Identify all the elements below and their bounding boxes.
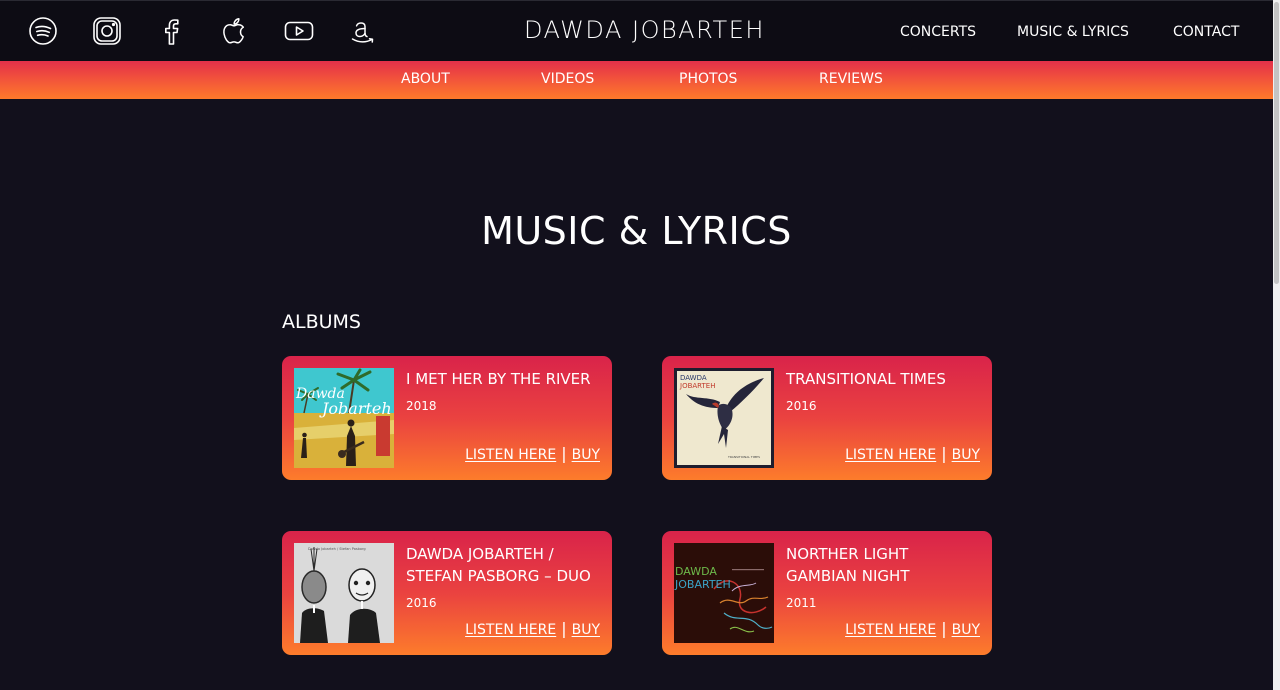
album-card: DAWDA JOBARTEH TRANSITIONAL TIMES TRANSI… bbox=[662, 356, 992, 480]
nav-contact[interactable]: CONTACT bbox=[1173, 23, 1239, 41]
buy-link[interactable]: BUY bbox=[952, 622, 980, 638]
album-year: 2016 bbox=[406, 596, 437, 610]
apple-music-icon[interactable] bbox=[220, 16, 250, 46]
album-year: 2016 bbox=[786, 399, 817, 413]
subnav-videos[interactable]: VIDEOS bbox=[541, 70, 594, 88]
facebook-icon[interactable] bbox=[156, 16, 186, 46]
album-card: Dawda Jobarteh / Stefan Pasborg DAWDA JO… bbox=[282, 531, 612, 655]
album-links: LISTEN HERE | BUY bbox=[465, 620, 600, 639]
instagram-icon[interactable] bbox=[92, 16, 122, 46]
album-cover[interactable]: DAWDA JOBARTEH bbox=[674, 543, 774, 643]
svg-text:DAWDA: DAWDA bbox=[680, 374, 707, 382]
album-cover[interactable]: Dawda Jobarteh bbox=[294, 368, 394, 468]
subnav-about[interactable]: ABOUT bbox=[401, 70, 450, 88]
buy-link[interactable]: BUY bbox=[572, 447, 600, 463]
site-logo[interactable]: DAWDA JOBARTEH bbox=[524, 13, 763, 47]
album-links: LISTEN HERE | BUY bbox=[465, 445, 600, 464]
link-separator: | bbox=[561, 619, 567, 638]
link-separator: | bbox=[941, 619, 947, 638]
album-cover[interactable]: DAWDA JOBARTEH TRANSITIONAL TIMES bbox=[674, 368, 774, 468]
listen-here-link[interactable]: LISTEN HERE bbox=[465, 622, 556, 638]
scrollbar-thumb[interactable] bbox=[1274, 2, 1279, 284]
top-bar: DAWDA JOBARTEH CONCERTS MUSIC & LYRICS C… bbox=[0, 0, 1273, 61]
svg-text:DAWDA: DAWDA bbox=[675, 565, 717, 578]
spotify-icon[interactable] bbox=[28, 16, 58, 46]
listen-here-link[interactable]: LISTEN HERE bbox=[845, 622, 936, 638]
svg-text:Jobarteh: Jobarteh bbox=[319, 399, 392, 418]
album-title: DAWDA JOBARTEH / STEFAN PASBORG – DUO bbox=[406, 545, 591, 585]
album-card: DAWDA JOBARTEH NORTHER LIGHT GAMBIAN NIG… bbox=[662, 531, 992, 655]
link-separator: | bbox=[561, 444, 567, 463]
svg-text:JOBARTEH: JOBARTEH bbox=[679, 382, 715, 390]
album-card: Dawda Jobarteh I MET HER BY THE RIVER 20… bbox=[282, 356, 612, 480]
sub-nav: ABOUT VIDEOS PHOTOS REVIEWS bbox=[0, 61, 1273, 99]
subnav-reviews[interactable]: REVIEWS bbox=[819, 70, 883, 88]
album-year: 2011 bbox=[786, 596, 817, 610]
page-title: MUSIC & LYRICS bbox=[481, 209, 792, 253]
svg-text:JOBARTEH: JOBARTEH bbox=[674, 578, 731, 591]
album-title: NORTHER LIGHT GAMBIAN NIGHT bbox=[786, 545, 910, 585]
buy-link[interactable]: BUY bbox=[952, 447, 980, 463]
nav-concerts[interactable]: CONCERTS bbox=[900, 23, 976, 41]
svg-text:TRANSITIONAL TIMES: TRANSITIONAL TIMES bbox=[727, 455, 760, 459]
album-year: 2018 bbox=[406, 399, 437, 413]
album-title: I MET HER BY THE RIVER bbox=[406, 370, 591, 388]
nav-music-lyrics[interactable]: MUSIC & LYRICS bbox=[1017, 23, 1129, 41]
listen-here-link[interactable]: LISTEN HERE bbox=[465, 447, 556, 463]
section-title-albums: ALBUMS bbox=[282, 311, 361, 333]
link-separator: | bbox=[941, 444, 947, 463]
youtube-icon[interactable] bbox=[284, 16, 314, 46]
buy-link[interactable]: BUY bbox=[572, 622, 600, 638]
album-title: TRANSITIONAL TIMES bbox=[786, 370, 946, 388]
album-cover[interactable]: Dawda Jobarteh / Stefan Pasborg bbox=[294, 543, 394, 643]
album-links: LISTEN HERE | BUY bbox=[845, 445, 980, 464]
subnav-photos[interactable]: PHOTOS bbox=[679, 70, 737, 88]
album-links: LISTEN HERE | BUY bbox=[845, 620, 980, 639]
listen-here-link[interactable]: LISTEN HERE bbox=[845, 447, 936, 463]
amazon-icon[interactable] bbox=[348, 16, 378, 46]
